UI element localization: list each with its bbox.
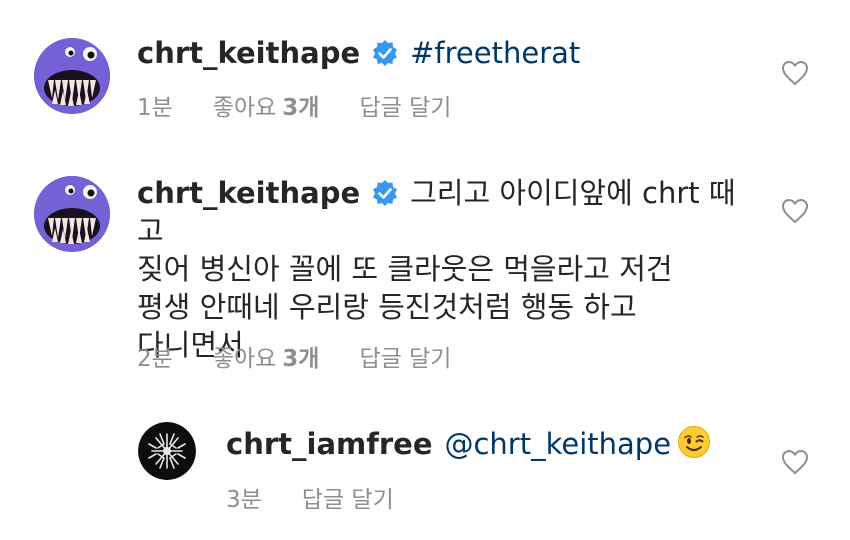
dark-scribble-avatar-icon — [138, 422, 196, 480]
mention-link[interactable]: @chrt_keithape — [444, 427, 671, 461]
reply-button[interactable]: 답글 달기 — [359, 95, 451, 121]
monster-avatar-icon — [34, 176, 110, 252]
avatar[interactable] — [138, 422, 196, 480]
avatar[interactable] — [34, 176, 110, 252]
verified-badge-icon — [372, 40, 398, 66]
avatar[interactable] — [34, 38, 110, 114]
heart-outline-icon[interactable] — [781, 449, 809, 475]
username[interactable]: chrt_keithape — [137, 176, 360, 210]
timestamp: 1분 — [137, 95, 173, 121]
comment-line-3: 평생 안때네 우리랑 등진것처럼 행동 하고 — [137, 290, 637, 324]
comment-text: chrt_iamfree @chrt_keithape — [226, 425, 746, 463]
username[interactable]: chrt_iamfree — [226, 427, 432, 461]
reply-button[interactable]: 답글 달기 — [359, 346, 451, 372]
monster-avatar-icon — [34, 38, 110, 114]
comment-text: chrt_keithape #freetherat — [137, 35, 757, 72]
verified-badge-icon — [372, 180, 398, 206]
username[interactable]: chrt_keithape — [137, 36, 360, 70]
heart-outline-icon[interactable] — [781, 198, 809, 224]
comment-meta: 2분 좋아요 3개 답글 달기 — [137, 339, 491, 373]
likes-count[interactable]: 좋아요 3개 — [213, 95, 320, 121]
comment-meta: 1분 좋아요 3개 답글 달기 — [137, 88, 491, 122]
winking-face-emoji — [677, 425, 711, 459]
likes-count[interactable]: 좋아요 3개 — [213, 346, 320, 372]
timestamp: 3분 — [226, 487, 262, 513]
heart-outline-icon[interactable] — [781, 60, 809, 86]
reply-button[interactable]: 답글 달기 — [302, 487, 394, 513]
hashtag-link[interactable]: #freetherat — [410, 36, 580, 70]
comment-text: chrt_keithape 그리고 아이디앞에 chrt 때고 짖어 병신아 꼴에… — [137, 174, 757, 364]
timestamp: 2분 — [137, 346, 173, 372]
comment-meta: 3분 답글 달기 — [226, 480, 434, 514]
comment-line-2: 짖어 병신아 꼴에 또 클라웃은 먹을라고 저건 — [137, 252, 673, 286]
